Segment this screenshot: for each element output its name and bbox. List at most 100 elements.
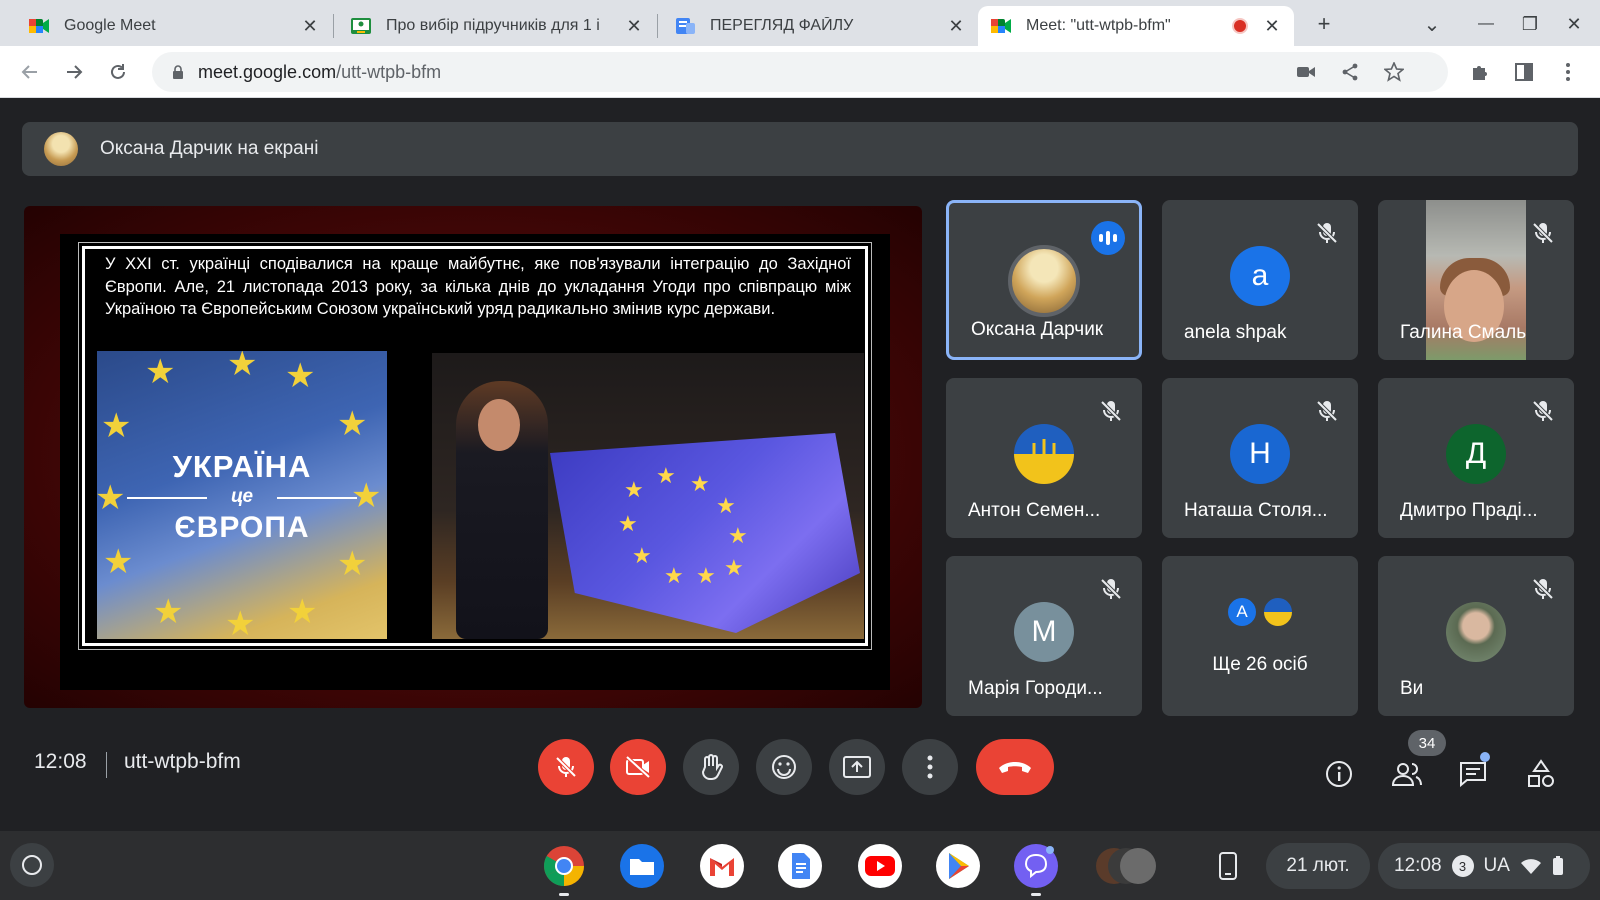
- docs-app[interactable]: [776, 842, 824, 890]
- eu-star-icon: ★: [101, 407, 132, 445]
- participant-tile-you[interactable]: Ви: [1378, 556, 1574, 716]
- people-button[interactable]: [1390, 757, 1424, 791]
- present-screen-button[interactable]: [829, 739, 885, 795]
- participant-tile-dmytro[interactable]: Д Дмитро Праді...: [1378, 378, 1574, 538]
- url-text: meet.google.com/utt-wtpb-bfm: [198, 62, 441, 83]
- tab-file-view[interactable]: ПЕРЕГЛЯД ФАЙЛУ ✕: [662, 6, 978, 46]
- date-tray[interactable]: 21 лют.: [1266, 843, 1370, 889]
- participant-tile-halyna[interactable]: Галина Смаль: [1378, 200, 1574, 360]
- flag-star-icon: ★: [656, 463, 676, 488]
- camera-toggle-button[interactable]: [610, 739, 666, 795]
- eu-star-icon: ★: [337, 405, 368, 443]
- info-icon: [1326, 761, 1352, 787]
- battery-icon: [1552, 856, 1563, 875]
- reactions-button[interactable]: [756, 739, 812, 795]
- flag-star-icon: ★: [724, 555, 744, 580]
- tab-textbooks[interactable]: Про вибір підручників для 1 і ✕: [338, 6, 656, 46]
- browser-tab-strip: Google Meet ✕ Про вибір підручників для …: [0, 0, 1600, 46]
- status-tray[interactable]: 12:08 3 UA: [1378, 843, 1590, 889]
- presenting-text: Оксана Дарчик на екрані: [100, 138, 319, 159]
- more-participants-tile[interactable]: A Ще 26 осіб: [1162, 556, 1358, 716]
- participant-tile-anela[interactable]: a anela shpak: [1162, 200, 1358, 360]
- presentation-slide: У XXI ст. українці сподівалися на краще …: [60, 234, 890, 690]
- classroom-icon: [351, 18, 371, 34]
- participant-tile-anton[interactable]: Антон Семен...: [946, 378, 1142, 538]
- mini-avatar: A: [1226, 596, 1258, 628]
- reload-button[interactable]: [102, 56, 134, 88]
- tab-close-icon[interactable]: ✕: [1262, 16, 1282, 37]
- meeting-details-button[interactable]: [1322, 757, 1356, 791]
- flag-star-icon: ★: [664, 563, 684, 588]
- raise-hand-button[interactable]: [683, 739, 739, 795]
- participant-avatar: [1446, 602, 1506, 662]
- chat-button[interactable]: [1456, 757, 1490, 791]
- more-options-button[interactable]: [902, 739, 958, 795]
- window-close-button[interactable]: ✕: [1558, 8, 1590, 40]
- chrome-app[interactable]: [540, 842, 588, 896]
- tab-close-icon[interactable]: ✕: [300, 16, 320, 37]
- people-count-badge: 34: [1408, 730, 1446, 756]
- participant-avatar: a: [1230, 246, 1290, 306]
- camera-in-use-icon[interactable]: [1290, 56, 1322, 88]
- tab-google-meet[interactable]: Google Meet ✕: [16, 6, 332, 46]
- activities-shapes-icon: [1528, 759, 1554, 787]
- tab-close-icon[interactable]: ✕: [624, 16, 644, 37]
- share-icon[interactable]: [1334, 56, 1366, 88]
- browser-toolbar: meet.google.com/utt-wtpb-bfm: [0, 46, 1600, 98]
- mic-off-icon: [555, 756, 577, 778]
- launcher-button[interactable]: [10, 843, 54, 887]
- ukraine-is-europe-image: ★ ★ ★ ★ ★ ★ ★ ★ ★ ★ ★ ★ УКРАЇНА це ЄВРОП…: [97, 351, 387, 639]
- tab-title: Про вибір підручників для 1 і: [386, 17, 600, 34]
- restore-button[interactable]: ❐: [1514, 8, 1546, 40]
- chrome-icon: [544, 846, 584, 886]
- phone-icon: [1219, 852, 1237, 880]
- tab-separator: [657, 14, 658, 38]
- menu-kebab-icon[interactable]: [1552, 56, 1584, 88]
- present-screen-icon: [843, 756, 871, 778]
- back-button[interactable]: [14, 56, 46, 88]
- arrow-left-icon: [21, 65, 37, 79]
- screen-share-view[interactable]: У XXI ст. українці сподівалися на краще …: [24, 206, 922, 708]
- tab-close-icon[interactable]: ✕: [946, 16, 966, 37]
- new-tab-button[interactable]: +: [1308, 8, 1340, 40]
- forward-button[interactable]: [58, 56, 90, 88]
- flag-star-icon: ★: [624, 477, 644, 502]
- tab-title: Meet: "utt-wtpb-bfm": [1026, 17, 1171, 34]
- eu-star-icon: ★: [227, 351, 258, 383]
- participant-name: Антон Семен...: [968, 500, 1101, 521]
- recording-indicator-icon: [1232, 18, 1248, 34]
- viber-app[interactable]: [1012, 842, 1060, 896]
- presenting-banner: Оксана Дарчик на екрані: [22, 122, 1578, 176]
- participant-avatar: [1014, 424, 1074, 484]
- participant-tile-natasha[interactable]: Н Наташа Столя...: [1162, 378, 1358, 538]
- youtube-app[interactable]: [856, 842, 904, 890]
- minimize-button[interactable]: —: [1470, 8, 1502, 40]
- tab-search-button[interactable]: ⌄: [1416, 8, 1448, 40]
- participant-tile-oksana[interactable]: Оксана Дарчик: [946, 200, 1142, 360]
- activities-button[interactable]: [1524, 757, 1558, 791]
- slide-paragraph: У XXI ст. українці сподівалися на краще …: [105, 255, 851, 318]
- mic-off-icon: [1532, 222, 1554, 244]
- hang-up-icon: [999, 762, 1031, 773]
- leave-call-button[interactable]: [976, 739, 1054, 795]
- bookmark-star-icon[interactable]: [1378, 56, 1410, 88]
- play-store-app[interactable]: [934, 842, 982, 890]
- files-app[interactable]: [618, 842, 666, 890]
- mini-avatar-flag: [1262, 596, 1294, 628]
- recent-photos-app[interactable]: [1096, 842, 1156, 890]
- participant-tile-mariia[interactable]: М Марія Городи...: [946, 556, 1142, 716]
- microphone-toggle-button[interactable]: [538, 739, 594, 795]
- eu-star-icon: ★: [225, 605, 256, 639]
- flag-star-icon: ★: [632, 543, 652, 568]
- trident-icon: [1032, 439, 1056, 467]
- phone-hub-button[interactable]: [1204, 842, 1252, 890]
- extensions-puzzle-icon[interactable]: [1464, 56, 1496, 88]
- keyboard-layout: UA: [1483, 855, 1510, 876]
- side-panel-icon[interactable]: [1508, 56, 1540, 88]
- google-meet-icon: [991, 19, 1011, 33]
- address-bar[interactable]: meet.google.com/utt-wtpb-bfm: [152, 52, 1448, 92]
- tab-meet-active[interactable]: Meet: "utt-wtpb-bfm" ✕: [978, 6, 1294, 46]
- gmail-app[interactable]: [698, 842, 746, 890]
- protester-face: [478, 399, 520, 451]
- url-path: /utt-wtpb-bfm: [336, 61, 442, 82]
